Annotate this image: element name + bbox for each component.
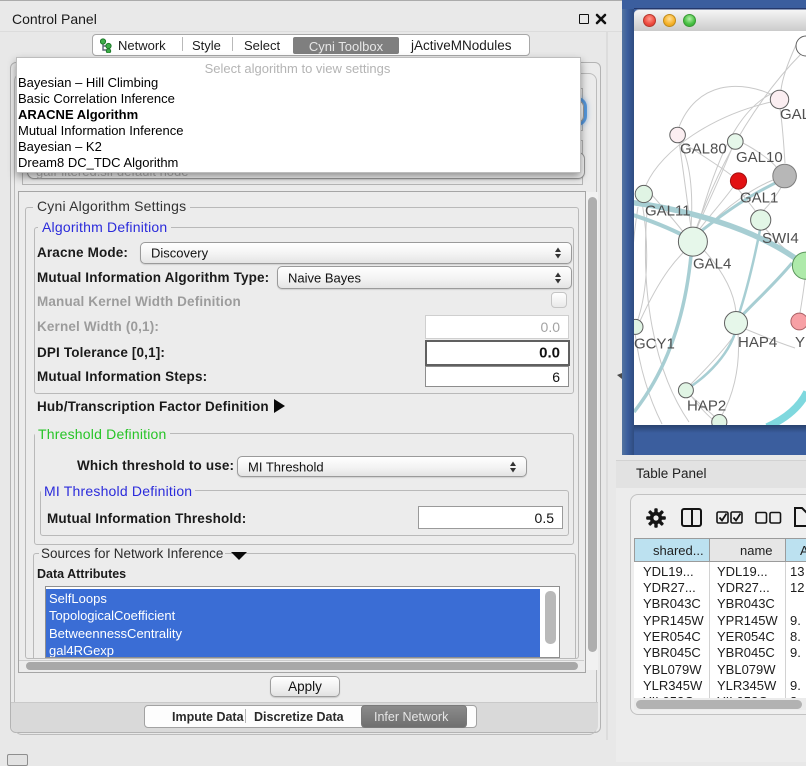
svg-text:HAP4: HAP4 [738, 334, 777, 351]
svg-text:Y: Y [795, 334, 805, 351]
svg-text:GCY1: GCY1 [634, 336, 675, 353]
svg-text:GAL1: GAL1 [740, 190, 778, 207]
svg-text:GAL4: GAL4 [693, 256, 731, 273]
svg-text:GAL2: GAL2 [780, 106, 806, 123]
svg-text:SWI4: SWI4 [762, 230, 799, 247]
svg-text:GAL10: GAL10 [736, 149, 783, 166]
svg-text:HAP2: HAP2 [687, 398, 726, 415]
svg-text:GAL80: GAL80 [680, 141, 727, 158]
svg-text:GAL11: GAL11 [645, 203, 691, 220]
